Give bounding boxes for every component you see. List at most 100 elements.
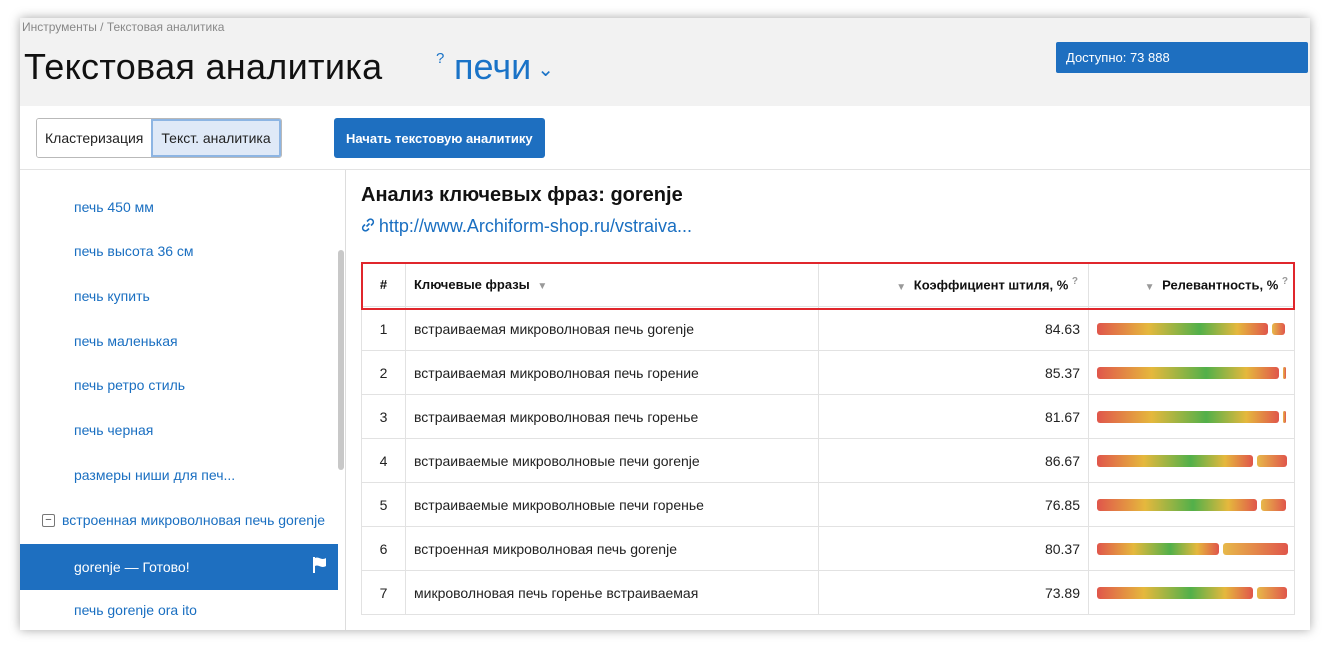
relevance-cell [1088,570,1295,615]
table-row[interactable]: 7 микроволновая печь горенье встраиваемая… [361,570,1295,615]
column-header-number: # [361,262,406,307]
row-number: 4 [361,438,406,483]
keyword-phrase: микроволновая печь горенье встраиваемая [405,570,819,615]
keyword-phrase: встраиваемые микроволновые печи горенье [405,482,819,527]
sidebar-item[interactable]: печь 450 мм [20,188,338,226]
external-link-icon [361,218,379,235]
style-coefficient: 73.89 [818,570,1089,615]
relevance-bar [1097,586,1287,599]
sidebar-item-selected[interactable]: gorenje — Готово! [20,544,338,590]
style-coefficient: 80.37 [818,526,1089,571]
sidebar-item[interactable]: печь высота 36 см [20,232,338,270]
table-row[interactable]: 2 встраиваемая микроволновая печь горение… [361,350,1295,395]
style-coefficient: 85.37 [818,350,1089,395]
keyword-phrase: встраиваемая микроволновая печь горенье [405,394,819,439]
relevance-cell [1088,482,1295,527]
table-header-row: # Ключевые фразы ▼ ▼ Коэффициент штиля, … [361,262,1295,307]
row-number: 6 [361,526,406,571]
sidebar-item[interactable]: печь купить [20,277,338,315]
relevance-bar-fill [1097,498,1257,511]
breadcrumb[interactable]: Инструменты / Текстовая аналитика [22,20,224,34]
relevance-bar [1097,410,1287,423]
sort-icon[interactable]: ▼ [896,282,906,293]
relevance-bar-fill [1097,586,1253,599]
relevance-bar [1097,542,1288,555]
project-select[interactable]: печи ⌄ [454,46,554,88]
help-icon[interactable]: ? [436,50,444,67]
help-icon[interactable]: ? [1072,276,1078,287]
sidebar-item[interactable]: печь черная [20,411,338,449]
relevance-bar-fill [1097,542,1219,555]
relevance-bar-fill [1097,366,1279,379]
sidebar-item[interactable]: печь ретро стиль [20,366,338,404]
style-coefficient: 81.67 [818,394,1089,439]
tab-text-analytics[interactable]: Текст. аналитика [151,119,281,157]
sidebar: печь 450 мм печь высота 36 см печь купит… [20,170,346,630]
sidebar-item-label: gorenje — Готово! [74,559,190,575]
relevance-bar [1097,322,1287,335]
row-number: 3 [361,394,406,439]
relevance-bar-remainder [1257,586,1287,599]
analysis-heading: Анализ ключевых фраз: gorenje [361,184,683,206]
relevance-bar [1097,498,1287,511]
main-content: Анализ ключевых фраз: gorenje http://www… [346,170,1310,630]
tab-clustering[interactable]: Кластеризация [37,119,152,157]
help-icon[interactable]: ? [1282,276,1288,287]
sidebar-group[interactable]: − встроенная микроволновая печь gorenje [20,501,338,539]
relevance-bar-fill [1097,322,1268,335]
style-coefficient: 76.85 [818,482,1089,527]
keyword-phrase: встраиваемая микроволновая печь горение [405,350,819,395]
start-text-analysis-button[interactable]: Начать текстовую аналитику [334,118,545,158]
column-label: Релевантность, % [1162,277,1279,293]
column-label: Ключевые фразы [414,277,530,292]
sort-icon[interactable]: ▼ [537,281,547,292]
table-row[interactable]: 6 встроенная микроволновая печь gorenje 80… [361,526,1295,571]
relevance-bar-remainder [1272,322,1285,335]
column-label: Коэффициент штиля, % [913,277,1069,293]
keyword-phrase: встроенная микроволновая печь gorenje [405,526,819,571]
project-name: печи [454,46,532,87]
relevance-bar-remainder [1261,498,1286,511]
relevance-bar-remainder [1283,410,1286,423]
table-body: 1 встраиваемая микроволновая печь gorenje… [361,306,1295,615]
row-number: 2 [361,350,406,395]
column-header-phrases[interactable]: Ключевые фразы ▼ [405,262,819,307]
url-link[interactable]: http://www.Archiform-shop.ru/vstraiva... [361,216,692,237]
flag-icon[interactable] [312,556,328,574]
relevance-cell [1088,350,1295,395]
column-header-coefficient[interactable]: ▼ Коэффициент штиля, % ? [818,262,1089,307]
sort-icon[interactable]: ▼ [1145,282,1155,293]
app-window: Инструменты / Текстовая аналитика Тексто… [20,18,1310,630]
sidebar-item[interactable]: печь gorenje ora ito [20,591,338,629]
table-row[interactable]: 5 встраиваемые микроволновые печи горенье… [361,482,1295,527]
chevron-down-icon: ⌄ [537,58,554,81]
mode-switch: Кластеризация Текст. аналитика [36,118,282,158]
available-balance-badge: Доступно: 73 888 [1056,42,1308,73]
table-row[interactable]: 3 встраиваемая микроволновая печь горенье… [361,394,1295,439]
sidebar-item[interactable]: размеры ниши для печ... [20,456,338,494]
relevance-bar-remainder [1223,542,1288,555]
relevance-cell [1088,438,1295,483]
column-header-relevance[interactable]: ▼ Релевантность, % ? [1088,262,1295,307]
style-coefficient: 86.67 [818,438,1089,483]
keyword-table: # Ключевые фразы ▼ ▼ Коэффициент штиля, … [361,262,1295,615]
relevance-cell [1088,394,1295,439]
sidebar-item[interactable]: печь маленькая [20,322,338,360]
relevance-bar-remainder [1283,366,1286,379]
page-title: Текстовая аналитика [24,46,383,87]
style-coefficient: 84.63 [818,306,1089,351]
sidebar-scrollbar[interactable] [338,250,344,470]
collapse-icon[interactable]: − [42,513,55,527]
toolbar: Кластеризация Текст. аналитика Начать те… [20,106,1310,170]
top-bar: Инструменты / Текстовая аналитика Тексто… [20,18,1310,106]
row-number: 7 [361,570,406,615]
relevance-bar-remainder [1257,454,1287,467]
url-text: http://www.Archiform-shop.ru/vstraiva... [378,216,692,236]
table-row[interactable]: 1 встраиваемая микроволновая печь gorenje… [361,306,1295,351]
table-row[interactable]: 4 встраиваемые микроволновые печи gorenje… [361,438,1295,483]
keyword-phrase: встраиваемая микроволновая печь gorenje [405,306,819,351]
relevance-bar [1097,366,1287,379]
row-number: 1 [361,306,406,351]
sidebar-group-label: встроенная микроволновая печь gorenje [62,512,325,528]
relevance-bar-fill [1097,454,1253,467]
